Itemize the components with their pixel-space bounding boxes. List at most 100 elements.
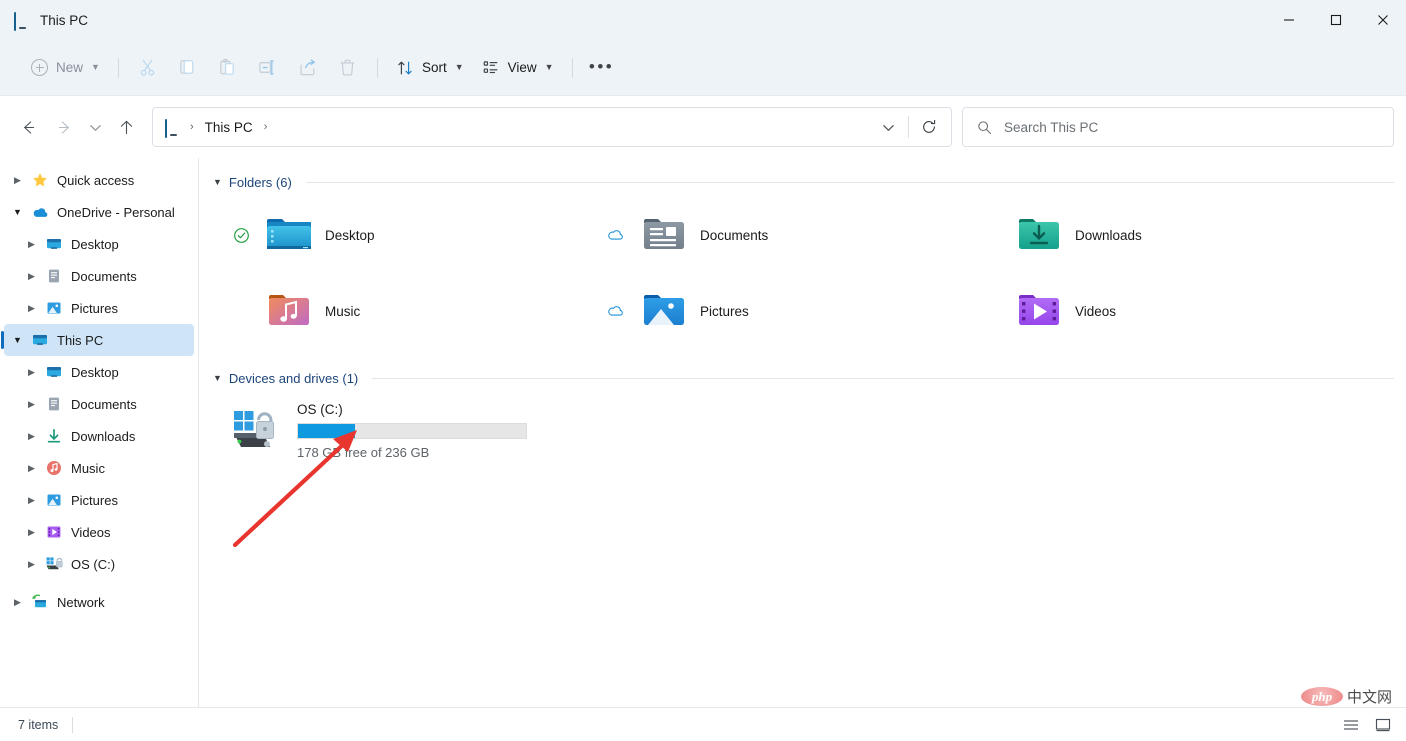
drive-info: OS (C:) 178 GB free of 236 GB (297, 399, 527, 460)
new-button[interactable]: New ▼ (22, 51, 109, 85)
maximize-button[interactable] (1312, 0, 1359, 40)
music-icon (45, 459, 63, 477)
group-title: Folders (6) (228, 174, 292, 190)
folder-item-pictures[interactable]: Pictures (584, 273, 959, 349)
cut-icon (141, 59, 155, 76)
sidebar-item-network[interactable]: ▶ Network (4, 586, 194, 618)
chevron-right-icon[interactable]: ▶ (26, 527, 37, 538)
navigation-pane: ▶ Quick access ▼ OneDrive - Personal ▶ D… (0, 158, 199, 707)
chevron-right-icon[interactable]: ▶ (26, 463, 37, 474)
cut-button[interactable] (128, 51, 168, 85)
address-bar[interactable]: › This PC › (152, 107, 952, 147)
sidebar-item-os-c[interactable]: ▶ OS (C:) (4, 548, 194, 580)
chevron-right-icon[interactable]: ▶ (26, 495, 37, 506)
group-header-folders[interactable]: ▼ Folders (6) (209, 167, 1394, 197)
folder-downloads-icon (1013, 215, 1065, 255)
view-icon (483, 60, 497, 73)
chevron-right-icon[interactable]: ▶ (26, 559, 37, 570)
list-view-button[interactable] (1338, 713, 1364, 737)
windows-drive-bitlocker-icon (219, 399, 297, 451)
title-bar-left: This PC (0, 12, 89, 31)
breadcrumb-separator-2: › (263, 121, 268, 133)
folder-videos-icon (1013, 291, 1065, 331)
toolbar-separator (117, 57, 119, 78)
sidebar-item-music[interactable]: ▶ Music (4, 452, 194, 484)
folder-item-desktop[interactable]: Desktop (209, 197, 584, 273)
details-view-button[interactable] (1370, 713, 1396, 737)
sidebar-item-onedrive[interactable]: ▼ OneDrive - Personal (4, 196, 194, 228)
drive-icon (45, 555, 63, 573)
folder-name: Pictures (700, 303, 749, 319)
paste-button[interactable] (208, 51, 248, 85)
pictures-icon (45, 491, 63, 509)
sidebar-item-label: Music (71, 460, 105, 476)
sidebar-item-downloads[interactable]: ▶ Downloads (4, 420, 194, 452)
drive-free-space-text: 178 GB free of 236 GB (297, 445, 430, 460)
search-box[interactable]: Search This PC (962, 107, 1394, 147)
sidebar-item-onedrive-pictures[interactable]: ▶ Pictures (4, 292, 194, 324)
sidebar-item-label: Downloads (71, 428, 136, 444)
sidebar-item-this-pc[interactable]: ▼ This PC (1, 324, 194, 356)
share-button[interactable] (288, 51, 328, 85)
explorer-body: ▶ Quick access ▼ OneDrive - Personal ▶ D… (0, 158, 1406, 707)
sidebar-item-videos[interactable]: ▶ Videos (4, 516, 194, 548)
chevron-down-icon: ▼ (91, 62, 100, 72)
sidebar-item-label: Pictures (71, 300, 118, 316)
chevron-down-icon[interactable]: ▼ (12, 207, 23, 217)
sidebar-item-label: Documents (71, 396, 137, 412)
chevron-right-icon[interactable]: ▶ (26, 303, 37, 314)
folder-item-documents[interactable]: Documents (584, 197, 959, 273)
chevron-down-icon: ▼ (454, 62, 464, 72)
sidebar-item-documents[interactable]: ▶ Documents (4, 388, 194, 420)
sidebar-item-label: This PC (57, 332, 104, 348)
recent-locations-button[interactable] (82, 109, 108, 145)
chevron-right-icon[interactable]: ▶ (12, 175, 23, 186)
copy-icon (180, 60, 194, 74)
up-button[interactable] (108, 109, 144, 145)
folder-name: Videos (1075, 303, 1117, 319)
group-header-devices[interactable]: ▼ Devices and drives (1) (209, 363, 1394, 393)
search-input[interactable]: Search This PC (1004, 120, 1098, 135)
view-button[interactable]: View ▼ (473, 51, 563, 85)
network-icon (31, 593, 49, 611)
address-history-button[interactable] (872, 111, 904, 143)
sidebar-item-label: Pictures (71, 492, 118, 508)
sidebar-item-onedrive-documents[interactable]: ▶ Documents (4, 260, 194, 292)
chevron-down-icon[interactable]: ▼ (213, 373, 222, 383)
chevron-right-icon[interactable]: ▶ (26, 431, 37, 442)
sidebar-item-onedrive-desktop[interactable]: ▶ Desktop (4, 228, 194, 260)
back-button[interactable] (10, 109, 46, 145)
sort-button-label: Sort (421, 60, 447, 75)
minimize-button[interactable] (1265, 0, 1312, 40)
chevron-down-icon[interactable]: ▼ (213, 177, 222, 187)
see-more-button[interactable]: ••• (582, 51, 622, 85)
rename-button[interactable] (248, 51, 288, 85)
drive-name: OS (C:) (297, 402, 343, 417)
title-bar: This PC (0, 0, 1406, 40)
sort-button[interactable]: Sort ▼ (387, 51, 473, 85)
drive-item-os-c[interactable]: OS (C:) 178 GB free of 236 GB (209, 393, 584, 469)
onedrive-icon (31, 203, 49, 221)
refresh-button[interactable] (913, 111, 945, 143)
forward-button[interactable] (46, 109, 82, 145)
sidebar-item-label: Network (57, 594, 105, 610)
folder-item-downloads[interactable]: Downloads (959, 197, 1334, 273)
chevron-right-icon[interactable]: ▶ (26, 399, 37, 410)
chevron-right-icon[interactable]: ▶ (12, 597, 23, 608)
chevron-right-icon[interactable]: ▶ (26, 239, 37, 250)
close-button[interactable] (1359, 0, 1406, 40)
chevron-down-icon[interactable]: ▼ (12, 335, 23, 345)
sidebar-item-pictures[interactable]: ▶ Pictures (4, 484, 194, 516)
chevron-right-icon[interactable]: ▶ (26, 367, 37, 378)
copy-button[interactable] (168, 51, 208, 85)
folder-item-videos[interactable]: Videos (959, 273, 1334, 349)
chevron-right-icon[interactable]: ▶ (26, 271, 37, 282)
folder-item-music[interactable]: Music (209, 273, 584, 349)
sidebar-item-quick-access[interactable]: ▶ Quick access (4, 164, 194, 196)
sidebar-item-label: Quick access (57, 172, 135, 188)
breadcrumb-item-this-pc[interactable]: This PC (200, 117, 258, 138)
sidebar-item-desktop[interactable]: ▶ Desktop (4, 356, 194, 388)
delete-button[interactable] (328, 51, 368, 85)
command-bar: New ▼ Sort ▼ View ▼ ••• (0, 40, 1406, 96)
window-title: This PC (40, 12, 89, 28)
